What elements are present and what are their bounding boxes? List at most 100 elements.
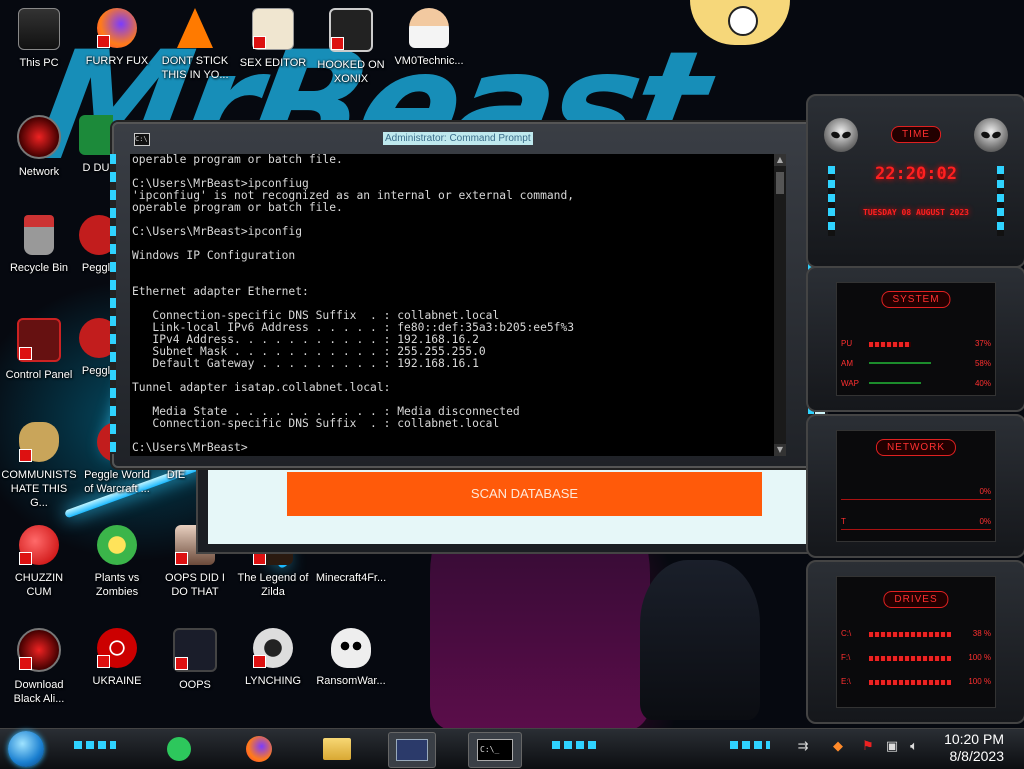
taskbar-clock[interactable]: 10:20 PM 8/8/2023	[944, 731, 1004, 765]
cmd-frame-deco	[110, 154, 116, 454]
system-gadget-title: SYSTEM	[881, 291, 951, 308]
drive-f-bar	[869, 656, 951, 661]
scroll-up-icon[interactable]: ▲	[774, 154, 786, 166]
desktop-icon-ukraine[interactable]: UKRAINE	[79, 628, 155, 688]
drive-f-value: 100 %	[968, 653, 991, 662]
icon-label: CHUZZIN CUM	[14, 572, 64, 598]
ram-usage-bar	[869, 362, 931, 364]
control-panel-icon	[17, 318, 61, 362]
icon-label: COMMUNISTS HATE THIS G...	[1, 469, 77, 509]
drive-e-label: E:\	[841, 677, 851, 686]
icon-label: OOPS	[179, 679, 211, 691]
icon-label: Peggl	[81, 365, 111, 377]
desktop-icon-network[interactable]: Network	[1, 115, 77, 179]
desktop-icon-sex-editor[interactable]: SEX EDITOR	[235, 8, 311, 70]
icon-label: DONT STICK THIS IN YO...	[161, 55, 229, 81]
network-globe-icon	[17, 115, 61, 159]
firefox-icon	[246, 736, 272, 762]
drive-e-bar	[869, 680, 951, 685]
drive-c-label: C:\	[841, 629, 852, 638]
desktop-icon-du[interactable]: D DU	[79, 115, 113, 175]
ram-label: AM	[841, 359, 853, 368]
desktop-icon-lynching[interactable]: LYNCHING	[235, 628, 311, 688]
app-window-icon	[396, 739, 428, 761]
taskbar-deco	[730, 741, 770, 749]
net-out-label: T	[841, 517, 846, 526]
desktop-icon-communists[interactable]: COMMUNISTS HATE THIS G...	[1, 422, 77, 510]
cmd-console[interactable]: operable program or batch file. C:\Users…	[130, 154, 786, 456]
chuzzle-icon	[19, 525, 59, 565]
taskbar-command-prompt[interactable]: C:\_	[468, 732, 522, 768]
skull-icon	[331, 628, 371, 668]
scan-database-button[interactable]: SCAN DATABASE	[287, 472, 762, 516]
net-out-row: T 0%	[841, 517, 991, 530]
cmd-output-text: operable program or batch file. C:\Users…	[132, 154, 575, 454]
desktop-icon-plants-vs-zombies[interactable]: Plants vs Zombies	[79, 525, 155, 599]
desktop-icon-hooked-on-xonix[interactable]: HOOKED ON XONIX	[313, 8, 389, 86]
taskbar-file-explorer[interactable]	[314, 732, 360, 766]
alien-globe-icon	[17, 628, 61, 672]
cpu-usage-bar	[869, 342, 911, 347]
icon-label: OOPS DID I DO THAT	[165, 572, 225, 598]
scan-app-window: SCAN DATABASE	[196, 460, 822, 554]
net-in-row: 0%	[841, 487, 991, 500]
desktop-icon-recycle-bin[interactable]: Recycle Bin	[1, 215, 77, 275]
icon-label: FURRY FUX	[85, 55, 149, 67]
start-orb-icon[interactable]	[8, 731, 44, 767]
desktop-icon-vm0technic[interactable]: VM0Technic...	[391, 8, 467, 68]
taskbar: C:\_ ⇉ ◆ ⚑ ▣ 🔈︎ 10:20 PM 8/8/2023	[0, 728, 1024, 769]
hxd-editor-icon	[252, 8, 294, 50]
tray-app-icon[interactable]: ◆	[830, 739, 846, 755]
desktop-icon-download-black[interactable]: Download Black Ali...	[1, 628, 77, 706]
taskbar-app-window[interactable]	[388, 732, 436, 768]
plant-flower-icon	[97, 525, 137, 565]
icon-label: SEX EDITOR	[239, 57, 307, 69]
security-flag-icon[interactable]: ⚑	[860, 739, 876, 755]
taskbar-app-green[interactable]	[156, 732, 202, 766]
folder-icon	[323, 738, 351, 760]
ram-value: 58%	[974, 359, 991, 368]
show-hidden-icons-icon[interactable]: ⇉	[795, 739, 811, 755]
desktop-icon-chuzzin-cum[interactable]: CHUZZIN CUM	[1, 525, 77, 599]
icon-label: Minecraft4Fr...	[315, 572, 387, 584]
icon-label: Peggl	[81, 262, 111, 274]
alien-head-icon	[974, 118, 1008, 152]
desktop-icon-dont-stick[interactable]: DONT STICK THIS IN YO...	[157, 8, 233, 82]
desktop-icon-peggle-2[interactable]: Peggl	[79, 318, 113, 378]
command-prompt-window[interactable]: C:\ Administrator: Command Prompt operab…	[110, 122, 814, 468]
scroll-thumb[interactable]	[776, 172, 784, 194]
alien-head-icon	[824, 118, 858, 152]
cmd-title-bar[interactable]: C:\ Administrator: Command Prompt	[114, 124, 810, 152]
scroll-down-icon[interactable]: ▼	[774, 444, 786, 456]
settings-gear-icon	[253, 628, 293, 668]
taskbar-firefox[interactable]	[236, 732, 282, 766]
desktop-icon-oops[interactable]: OOPS	[157, 628, 233, 692]
network-status-icon[interactable]: ▣	[884, 739, 900, 755]
swap-usage-bar	[869, 382, 921, 384]
cmd-scrollbar[interactable]: ▲ ▼	[774, 154, 786, 456]
icon-label: Recycle Bin	[9, 262, 69, 274]
drive-c-bar	[869, 632, 951, 637]
cmd-title: Administrator: Command Prompt	[383, 132, 533, 145]
system-gadget[interactable]: SYSTEM PU 37% AM 58% WAP 40%	[806, 266, 1024, 412]
vlc-cone-icon	[177, 8, 213, 48]
drive-f-label: F:\	[841, 653, 851, 662]
swap-label: WAP	[841, 379, 859, 388]
desktop-icon-peggle-1[interactable]: Peggl	[79, 215, 113, 275]
icon-label: HOOKED ON XONIX	[317, 59, 385, 85]
chat-app-icon	[167, 737, 191, 761]
network-gadget[interactable]: NETWORK 0% T 0%	[806, 414, 1024, 558]
scan-app-content: SCAN DATABASE	[208, 462, 810, 544]
drives-gadget[interactable]: DRIVES C:\ 38 % F:\ 100 % E:\ 100 %	[806, 560, 1024, 724]
app-icon	[79, 115, 113, 155]
time-gadget-title: TIME	[891, 126, 941, 143]
drives-gadget-screen: DRIVES C:\ 38 % F:\ 100 % E:\ 100 %	[836, 576, 996, 708]
desktop-icon-control-panel[interactable]: Control Panel	[1, 318, 77, 382]
desktop-icon-this-pc[interactable]: This PC	[1, 8, 77, 70]
icon-label: Control Panel	[5, 369, 73, 381]
recycle-bin-icon	[24, 215, 54, 255]
desktop-icon-ransomware[interactable]: RansomWar...	[313, 628, 389, 688]
desktop-icon-furry-fux[interactable]: FURRY FUX	[79, 8, 155, 68]
time-gadget[interactable]: TIME 22:20:02 TUESDAY 08 AUGUST 2023	[806, 94, 1024, 268]
volume-icon[interactable]: 🔈︎	[906, 739, 922, 755]
